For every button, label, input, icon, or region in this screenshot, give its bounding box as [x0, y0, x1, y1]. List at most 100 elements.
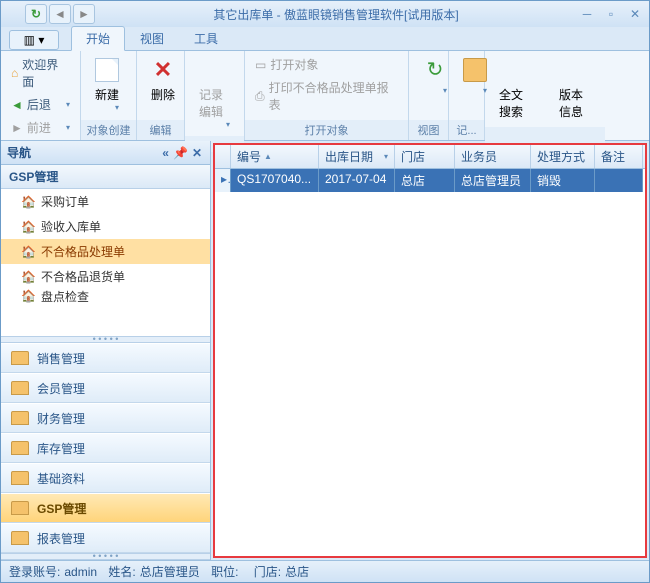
folder-icon — [11, 501, 29, 515]
home-icon: ⌂ — [11, 66, 18, 80]
open-object-button[interactable]: ▭打开对象 — [251, 54, 402, 75]
nav-chevron-button[interactable]: « — [160, 146, 171, 160]
nav-footer-splitter[interactable]: • • • • • — [1, 553, 210, 560]
refresh-icon: ↻ — [31, 7, 41, 21]
close-button[interactable]: ✕ — [625, 6, 645, 22]
nav-tree: 🏠采购订单 🏠验收入库单 🏠不合格品处理单 🏠不合格品退货单 🏠盘点检查 — [1, 189, 210, 336]
status-account-label: 登录账号: — [9, 563, 60, 580]
filter-icon[interactable]: ▾ — [384, 152, 388, 161]
version-info-button[interactable]: 版本信息 — [551, 54, 599, 124]
nav-tree-item[interactable]: 🏠采购订单 — [1, 189, 210, 214]
welcome-button[interactable]: ⌂欢迎界面 — [7, 54, 74, 92]
grid-row[interactable]: ▸ QS1707040... 2017-07-04 总店 总店管理员 销毁 — [215, 169, 645, 192]
col-header-number[interactable]: 编号▲ — [231, 145, 319, 168]
folder-icon — [11, 351, 29, 365]
house-icon: 🏠 — [21, 245, 35, 259]
new-button[interactable]: 新建 ▾ — [87, 54, 127, 116]
cell-store[interactable]: 总店 — [395, 169, 455, 192]
cell-date[interactable]: 2017-07-04 — [319, 169, 395, 192]
nav-pin-button[interactable]: 📌 — [171, 146, 190, 160]
grid-body[interactable]: ▸ QS1707040... 2017-07-04 总店 总店管理员 销毁 — [215, 169, 645, 556]
group-label-create: 对象创建 — [81, 120, 136, 140]
row-indicator-header — [215, 145, 231, 168]
folder-icon — [11, 441, 29, 455]
chevron-down-icon: ▾ — [443, 86, 447, 95]
nav-group-basic[interactable]: 基础资料 — [1, 463, 210, 493]
cell-number[interactable]: QS1707040... — [231, 169, 319, 192]
back-qat-button[interactable]: ◄ — [49, 4, 71, 24]
app-menu-button[interactable]: ▥ ▾ — [9, 30, 59, 50]
delete-button[interactable]: ✕ 删除 — [143, 54, 183, 107]
back-icon: ◄ — [54, 7, 66, 21]
grid-header: 编号▲ 出库日期▾ 门店 业务员 处理方式 备注 — [215, 145, 645, 169]
tab-start[interactable]: 开始 — [71, 26, 125, 51]
quick-access-toolbar: ↻ ◄ ► — [25, 4, 95, 24]
forward-icon: ► — [11, 121, 23, 135]
status-name-label: 姓名: — [108, 563, 135, 580]
new-doc-icon — [95, 58, 119, 82]
nav-group-finance[interactable]: 财务管理 — [1, 403, 210, 433]
ribbon: ⌂欢迎界面 ◄后退▾ ►前进▾ 历史 新建 ▾ 对象创建 ✕ — [1, 51, 649, 141]
maximize-button[interactable]: ▫ — [601, 6, 621, 22]
status-name: 总店管理员 — [140, 563, 200, 580]
chevron-down-icon: ▾ — [115, 103, 119, 112]
nav-tree-item[interactable]: 🏠盘点检查 — [1, 289, 210, 303]
status-store-label: 门店: — [254, 563, 281, 580]
search-icon — [503, 58, 527, 82]
window-title: 其它出库单 - 傲蓝眼镜销售管理软件[试用版本] — [95, 6, 577, 23]
folder-icon — [11, 531, 29, 545]
group-label-edit: 编辑 — [137, 120, 184, 140]
col-header-clerk[interactable]: 业务员 — [455, 145, 531, 168]
chevron-down-icon: ▾ — [66, 123, 70, 132]
cell-method[interactable]: 销毁 — [531, 169, 595, 192]
group-label-view: 视图 — [409, 120, 448, 140]
cell-remark[interactable] — [595, 169, 643, 192]
sort-asc-icon: ▲ — [264, 152, 272, 161]
col-header-remark[interactable]: 备注 — [595, 145, 643, 168]
record-edit-button[interactable]: 记录编辑 ▾ — [191, 54, 238, 133]
back-button[interactable]: ◄后退▾ — [7, 94, 74, 115]
nav-tree-item[interactable]: 🏠不合格品退货单 — [1, 264, 210, 289]
app-menu-icon: ▥ ▾ — [24, 33, 45, 47]
forward-button[interactable]: ►前进▾ — [7, 117, 74, 138]
tab-tools[interactable]: 工具 — [179, 26, 233, 50]
titlebar: ↻ ◄ ► 其它出库单 - 傲蓝眼镜销售管理软件[试用版本] ─ ▫ ✕ — [1, 1, 649, 27]
nav-group-gsp[interactable]: GSP管理 — [1, 493, 210, 523]
col-header-method[interactable]: 处理方式 — [531, 145, 595, 168]
fulltext-search-button[interactable]: 全文搜索 — [491, 54, 539, 124]
nav-group-stock[interactable]: 库存管理 — [1, 433, 210, 463]
refresh-icon: ↻ — [423, 58, 447, 82]
cell-clerk[interactable]: 总店管理员 — [455, 169, 531, 192]
record-edit-icon — [203, 58, 227, 82]
forward-icon: ► — [78, 7, 90, 21]
nav-close-button[interactable]: ✕ — [190, 146, 204, 160]
back-icon: ◄ — [11, 98, 23, 112]
ribbon-tabs: ▥ ▾ 开始 视图 工具 — [1, 27, 649, 51]
nav-group-sales[interactable]: 销售管理 — [1, 343, 210, 373]
nav-group-member[interactable]: 会员管理 — [1, 373, 210, 403]
nav-tree-item[interactable]: 🏠验收入库单 — [1, 214, 210, 239]
group-label-open: 打开对象 — [245, 120, 408, 140]
tab-view[interactable]: 视图 — [125, 26, 179, 50]
house-icon: 🏠 — [21, 220, 35, 234]
nav-splitter[interactable]: • • • • • — [1, 336, 210, 343]
status-role-label: 职位: — [211, 563, 238, 580]
nav-section-header[interactable]: GSP管理 — [1, 165, 210, 189]
group-label-record: 记... — [449, 120, 484, 140]
print-report-button[interactable]: ⎙打印不合格品处理单报表 — [251, 77, 402, 115]
nav-tree-item[interactable]: 🏠不合格品处理单 — [1, 239, 210, 264]
status-store: 总店 — [285, 563, 309, 580]
col-header-store[interactable]: 门店 — [395, 145, 455, 168]
minimize-button[interactable]: ─ — [577, 6, 597, 22]
nav-header: 导航 « 📌 ✕ — [1, 141, 210, 165]
nav-group-report[interactable]: 报表管理 — [1, 523, 210, 553]
col-header-date[interactable]: 出库日期▾ — [319, 145, 395, 168]
info-icon — [563, 58, 587, 82]
open-icon: ▭ — [255, 58, 266, 72]
folder-icon — [11, 411, 29, 425]
nav-panel: 导航 « 📌 ✕ GSP管理 🏠采购订单 🏠验收入库单 🏠不合格品处理单 🏠不合… — [1, 141, 211, 560]
folder-icon — [11, 471, 29, 485]
refresh-button[interactable]: ↻ — [25, 4, 47, 24]
forward-qat-button[interactable]: ► — [73, 4, 95, 24]
chevron-down-icon: ▾ — [66, 100, 70, 109]
